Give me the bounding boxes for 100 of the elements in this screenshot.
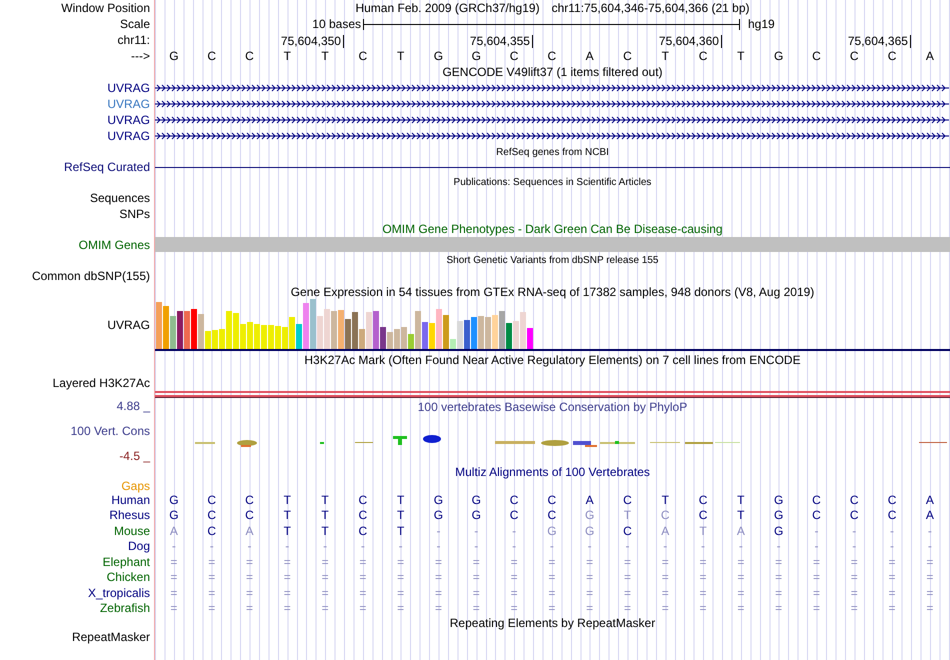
track-label: UVRAG [107,81,150,95]
base-letter: T [282,49,292,63]
coordinate-label: 75,604,360 [532,35,722,48]
alignment-base: C [886,508,898,522]
alignment-base: A [924,508,935,522]
alignment-base: - [851,524,858,538]
track-label: UVRAG [107,318,150,332]
alignment-base: T [698,524,708,538]
species-label: Zebrafish [100,601,150,616]
alignment-base: = [396,554,406,569]
alignment-base: = [660,554,670,569]
track-label: RepeatMasker [72,630,150,644]
alignment-base: = [472,586,481,600]
alignment-base: = [850,570,859,584]
species-label: Rhesus [109,508,150,522]
alignment-base: = [547,554,556,569]
alignment-base: = [585,586,594,600]
track-label: UVRAG [107,113,150,127]
alignment-base: = [358,570,368,584]
alignment-base: - [473,524,480,538]
alignment-base: = [207,570,216,584]
alignment-base: T [282,524,292,538]
alignment-base: G [470,492,482,507]
alignment-base: C [508,508,520,522]
alignment-base: = [434,570,443,584]
alignment-base: = [396,570,406,584]
track-label: UVRAG [107,129,150,143]
species-label: Chicken [106,570,150,584]
alignment-base: C [508,492,520,507]
alignment-base: - [435,524,442,538]
alignment-base: C [358,492,368,507]
alignment-base: = [510,554,519,569]
alignment-base: - [662,539,668,554]
base-letter: G [168,49,180,63]
track-label: Layered H3K27Ac [52,376,150,390]
alignment-base: = [698,586,708,600]
alignment-base: A [660,524,670,538]
alignment-base: A [736,524,746,538]
alignment-base: = [358,601,368,616]
track-title: RefSeq genes from NCBI [496,146,609,158]
alignment-base: = [660,601,670,616]
alignment-base: = [207,586,216,600]
base-letter: C [508,49,520,63]
base-letter: C [886,49,898,63]
alignment-base: = [736,554,746,569]
base-letter: T [660,49,670,63]
alignment-base: - [738,539,744,554]
alignment-base: = [169,554,178,569]
alignment-base: = [774,570,784,584]
alignment-base: = [434,586,443,600]
alignment-base: = [207,554,216,569]
alignment-base: - [926,524,933,538]
alignment-base: T [736,492,746,507]
alignment-base: C [244,492,255,507]
alignment-base: = [282,570,292,584]
alignment-base: T [622,508,632,522]
alignment-base: G [168,492,180,507]
strand-label: ---> [131,49,150,63]
alignment-base: = [396,601,406,616]
alignment-base: = [434,601,443,616]
alignment-base: - [360,539,366,554]
alignment-base: - [624,539,630,554]
alignment-base: G [772,524,784,538]
alignment-base: - [926,539,933,554]
alignment-base: C [886,492,898,507]
base-letter: C [811,49,822,63]
alignment-base: = [622,586,632,600]
base-letter: G [432,49,444,63]
alignment-base: = [698,601,708,616]
alignment-base: = [547,570,556,584]
base-letter: G [470,49,482,63]
alignment-base: A [924,492,935,507]
alignment-base: T [320,508,330,522]
base-letter: C [358,49,368,63]
alignment-base: - [548,539,555,554]
alignment-base: - [511,524,518,538]
alignment-base: = [320,554,330,569]
track-title: Publications: Sequences in Scientific Articles [454,176,652,188]
alignment-base: = [622,554,632,569]
track-title: Gene Expression in 54 tissues from GTEx RNA-seq of 17382 samples, 948 donors (V8, Aug 2019) [290,284,814,298]
track-title: 100 vertebrates Basewise Conservation by PhyloP [418,399,688,416]
alignment-base: = [585,554,594,569]
alignment-base: = [207,601,216,616]
base-letter: T [396,49,406,63]
alignment-base: C [358,508,368,522]
alignment-base: A [584,492,595,507]
alignment-base: C [206,508,218,522]
alignment-base: - [511,539,518,554]
track-title: GENCODE V49lift37 (1 items filtered out) [442,65,663,79]
alignment-base: T [320,492,330,507]
species-label: Human [111,492,150,507]
alignment-base: = [812,601,821,616]
alignment-base: = [282,601,292,616]
alignment-base: = [472,601,481,616]
alignment-base: G [772,492,784,507]
alignment-base: = [320,601,330,616]
base-letter: C [546,49,558,63]
axis-max-label: 4.88 _ [116,399,150,413]
alignment-base: T [396,492,406,507]
alignment-base: = [244,554,254,569]
